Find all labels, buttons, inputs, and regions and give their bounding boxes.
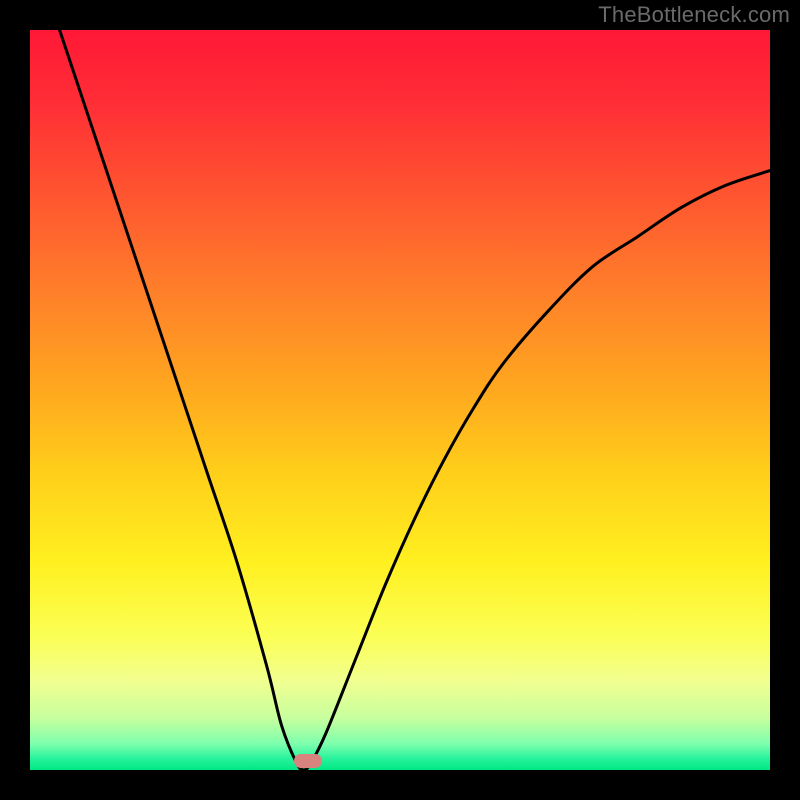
chart-frame: TheBottleneck.com — [0, 0, 800, 800]
optimal-point-marker — [294, 754, 322, 768]
watermark-text: TheBottleneck.com — [598, 2, 790, 28]
bottleneck-curve — [30, 30, 770, 770]
plot-area — [30, 30, 770, 770]
